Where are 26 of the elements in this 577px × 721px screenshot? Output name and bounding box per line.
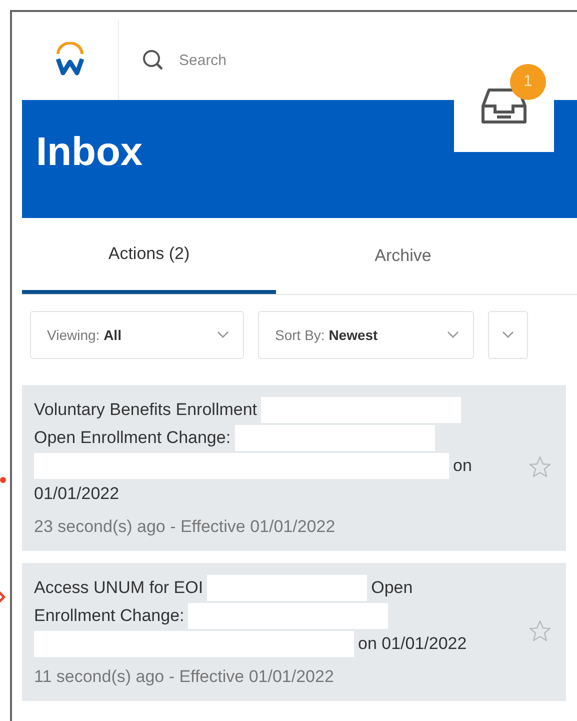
notification-badge: 1 xyxy=(510,64,546,100)
tab[interactable]: Archive xyxy=(276,218,530,294)
chevron-icon xyxy=(502,331,514,339)
item-title: Voluntary Benefits Enrollment xyxy=(34,399,258,421)
item-title: on 01/01/2022 xyxy=(358,633,467,655)
more-button[interactable] xyxy=(488,311,528,359)
item-title: Access UNUM for EOI xyxy=(34,577,204,599)
item-title: on xyxy=(453,455,472,477)
tray-icon xyxy=(479,86,529,126)
tab[interactable]: Actions (2) xyxy=(22,218,276,294)
item-meta: 23 second(s) ago - Effective 01/01/2022 xyxy=(34,517,336,537)
search-icon xyxy=(141,48,165,72)
star-icon[interactable] xyxy=(528,455,552,479)
item-meta: 11 second(s) ago - Effective 01/01/2022 xyxy=(34,667,335,687)
chevron-icon xyxy=(217,331,229,339)
item-title: Enrollment Change: xyxy=(34,605,184,627)
dot-icon xyxy=(0,477,6,483)
item-title: Open xyxy=(371,577,413,599)
item-title: Open Enrollment Change: xyxy=(34,427,231,449)
filter-dropdown[interactable]: Viewing: All xyxy=(30,311,244,359)
star-icon[interactable] xyxy=(528,619,552,643)
filter-dropdown[interactable]: Sort By: Newest xyxy=(258,311,474,359)
page-title: Inbox xyxy=(36,130,143,175)
search-field[interactable]: Search xyxy=(177,50,301,70)
chevron-icon xyxy=(447,331,459,339)
item-title: 01/01/2022 xyxy=(34,483,120,505)
